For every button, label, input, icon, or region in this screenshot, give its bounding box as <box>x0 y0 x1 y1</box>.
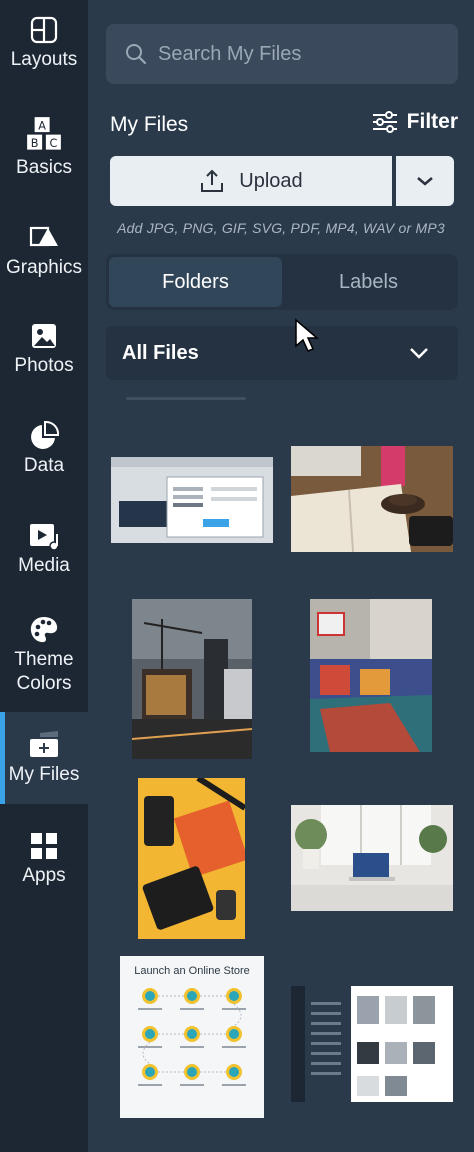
file-thumbnail[interactable] <box>291 805 453 911</box>
rail-label: Data <box>23 455 65 476</box>
rail-item-media[interactable]: Media <box>0 520 88 584</box>
chevron-down-icon <box>410 348 428 359</box>
folder-select-value: All Files <box>122 341 199 364</box>
app-screenshot-image <box>291 972 453 1102</box>
tabs: Folders Labels <box>106 254 458 310</box>
upload-icon <box>201 169 224 192</box>
infographic-image <box>138 988 246 1086</box>
tab-folders[interactable]: Folders <box>109 257 282 307</box>
file-thumbnail[interactable] <box>132 599 252 759</box>
scroll-indicator <box>126 397 246 400</box>
rail-item-layouts[interactable]: Layouts <box>0 14 88 84</box>
rail-item-theme-colors[interactable]: Theme Colors <box>0 614 88 704</box>
screenshot-image <box>111 457 273 543</box>
rail-label: Media <box>18 555 70 576</box>
rail-label: Theme Colors <box>14 649 74 694</box>
apps-grid-icon <box>31 833 57 859</box>
svg-text:A: A <box>38 120 46 133</box>
shapes-icon <box>29 226 58 247</box>
my-files-panel: My Files Filter Upload Add JPG, PNG, <box>88 0 474 1152</box>
filter-button[interactable]: Filter <box>371 110 458 134</box>
search-input[interactable] <box>158 42 438 66</box>
pie-chart-icon <box>31 420 60 449</box>
design-flatlay-photo <box>138 778 245 939</box>
file-thumbnail[interactable] <box>291 446 453 552</box>
rail-label: Graphics <box>5 257 83 278</box>
search-box[interactable] <box>106 24 458 84</box>
folder-select[interactable]: All Files <box>106 326 458 380</box>
tab-labels[interactable]: Labels <box>282 257 455 307</box>
rail-label: My Files <box>8 764 80 785</box>
rail-item-photos[interactable]: Photos <box>0 320 88 382</box>
rail-item-my-files[interactable]: My Files <box>0 712 88 804</box>
chevron-down-icon <box>417 177 433 186</box>
filter-label: Filter <box>406 110 458 133</box>
upload-options-button[interactable] <box>396 156 454 206</box>
city-night-photo <box>132 599 252 759</box>
rail-label: Basics <box>16 157 72 178</box>
rail-item-basics[interactable]: A B C Basics <box>0 114 88 188</box>
file-thumbnail[interactable] <box>310 599 432 752</box>
book-coffee-photo <box>291 446 453 552</box>
svg-text:B: B <box>31 137 39 150</box>
file-thumbnail[interactable] <box>111 457 273 543</box>
rail-label: Apps <box>22 865 66 886</box>
file-thumbnail[interactable] <box>291 972 453 1102</box>
search-icon <box>126 44 147 65</box>
upload-label: Upload <box>239 169 303 192</box>
upload-hint: Add JPG, PNG, GIF, SVG, PDF, MP4, WAV or… <box>117 220 445 236</box>
palette-icon <box>30 617 58 643</box>
mouse-cursor-icon <box>295 318 320 352</box>
folder-plus-icon <box>30 731 58 757</box>
sliders-icon <box>372 111 397 133</box>
upload-button[interactable]: Upload <box>110 156 392 206</box>
basketball-court-photo <box>310 599 432 752</box>
media-icon <box>30 524 59 551</box>
panel-title: My Files <box>110 113 189 136</box>
image-icon <box>32 324 56 348</box>
layouts-icon <box>30 16 58 44</box>
rail-label: Photos <box>14 355 74 376</box>
rail-item-apps[interactable]: Apps <box>0 830 88 894</box>
file-thumbnail[interactable] <box>138 778 245 939</box>
rail-item-data[interactable]: Data <box>0 420 88 486</box>
blocks-icon: A B C <box>25 115 63 151</box>
svg-text:C: C <box>49 137 57 150</box>
left-rail: Layouts A B C Basics Graphics Photos Dat… <box>0 0 88 1152</box>
rail-label: Layouts <box>10 49 78 70</box>
file-thumbnail[interactable]: Launch an Online Store <box>120 956 264 1118</box>
rail-item-graphics[interactable]: Graphics <box>0 222 88 282</box>
upload-row: Upload <box>110 156 454 206</box>
desk-laptop-photo <box>291 805 453 911</box>
